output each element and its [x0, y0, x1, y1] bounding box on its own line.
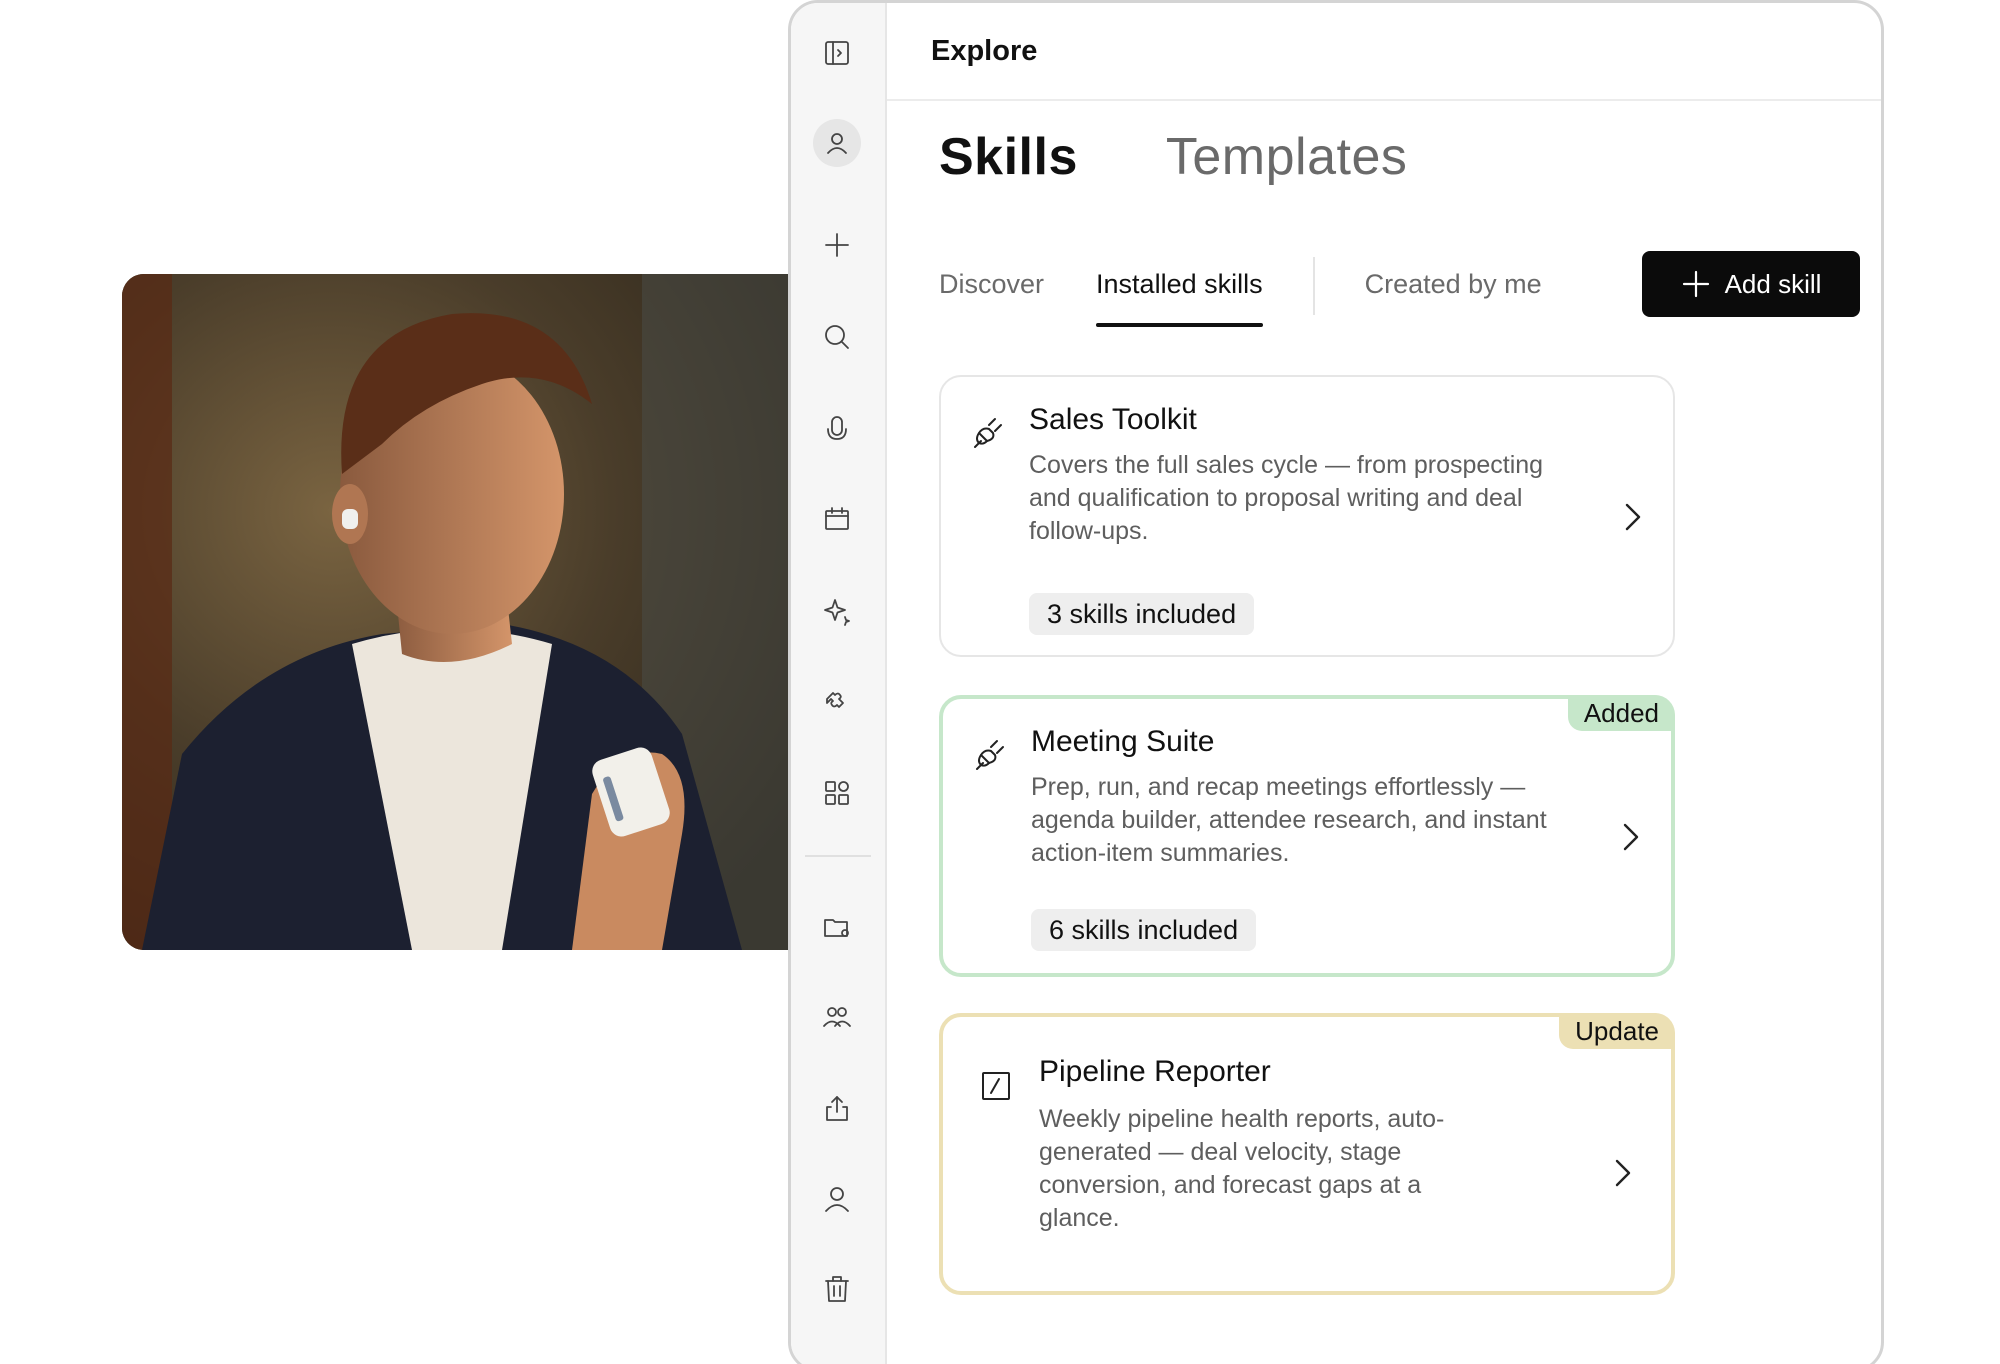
tab-divider	[1312, 257, 1315, 315]
add-skill-button[interactable]: Add skill	[1642, 251, 1860, 317]
microphone-icon[interactable]	[813, 405, 861, 453]
tab-created-by-me[interactable]: Created by me	[1365, 253, 1542, 327]
skills-count-chip: 6 skills included	[1031, 909, 1257, 951]
tab-discover[interactable]: Discover	[939, 253, 1044, 327]
share-icon[interactable]	[813, 1085, 861, 1133]
man-with-device-illustration	[122, 274, 822, 950]
plug-icon	[969, 735, 1009, 775]
profile-icon[interactable]	[813, 119, 861, 167]
stage: Explore Skills Templates Discover Instal…	[0, 0, 2000, 1364]
calendar-icon[interactable]	[813, 495, 861, 543]
card-title: Meeting Suite	[1031, 725, 1215, 758]
chevron-right-icon[interactable]	[1607, 1153, 1637, 1193]
folder-settings-icon[interactable]	[813, 903, 861, 951]
skill-card-pipeline-reporter[interactable]: Update Pipeline Reporter Weekly pipeline…	[939, 1013, 1675, 1295]
plus-icon	[1682, 270, 1709, 298]
card-title: Pipeline Reporter	[1039, 1055, 1271, 1088]
card-description: Covers the full sales cycle — from prosp…	[1029, 451, 1544, 545]
top-bar: Explore	[887, 3, 1881, 101]
tab-installed-skills[interactable]: Installed skills	[1096, 253, 1263, 327]
search-icon[interactable]	[813, 313, 861, 361]
skill-card-meeting-suite[interactable]: Added Meeting Suite Prep, run, and recap…	[939, 695, 1675, 977]
secondary-tabs: Discover Installed skills Created by me	[939, 253, 1542, 329]
plus-icon[interactable]	[813, 221, 861, 269]
apps-grid-icon[interactable]	[813, 769, 861, 817]
add-skill-label: Add skill	[1724, 268, 1822, 299]
plug-icon	[967, 413, 1007, 453]
update-badge: Update	[1559, 1013, 1675, 1049]
card-description: Prep, run, and recap meetings effortless…	[1031, 773, 1547, 867]
edit-square-icon	[977, 1065, 1017, 1105]
puzzle-icon[interactable]	[813, 677, 861, 725]
trash-icon[interactable]	[813, 1265, 861, 1313]
user-icon[interactable]	[813, 1175, 861, 1223]
skills-count-chip: 3 skills included	[1029, 593, 1255, 635]
primary-tabs: Skills Templates	[939, 127, 1407, 187]
page-title: Explore	[931, 34, 1038, 67]
skill-card-sales-toolkit[interactable]: Sales Toolkit Covers the full sales cycl…	[939, 375, 1675, 657]
sidebar-toggle-icon[interactable]	[813, 29, 861, 77]
icon-rail	[791, 3, 887, 1364]
card-description: Weekly pipeline health reports, auto-gen…	[1039, 1105, 1445, 1232]
main-panel: Explore Skills Templates Discover Instal…	[887, 3, 1881, 1364]
rail-divider	[805, 855, 871, 857]
app-window: Explore Skills Templates Discover Instal…	[788, 0, 1884, 1364]
chevron-right-icon[interactable]	[1615, 817, 1645, 857]
tab-skills[interactable]: Skills	[939, 127, 1078, 187]
added-badge: Added	[1567, 695, 1675, 731]
card-title: Sales Toolkit	[1029, 403, 1197, 436]
sparkle-icon[interactable]	[813, 587, 861, 635]
chevron-right-icon[interactable]	[1617, 497, 1647, 537]
tab-templates[interactable]: Templates	[1166, 127, 1408, 187]
hero-photo	[122, 274, 822, 950]
people-icon[interactable]	[813, 993, 861, 1041]
